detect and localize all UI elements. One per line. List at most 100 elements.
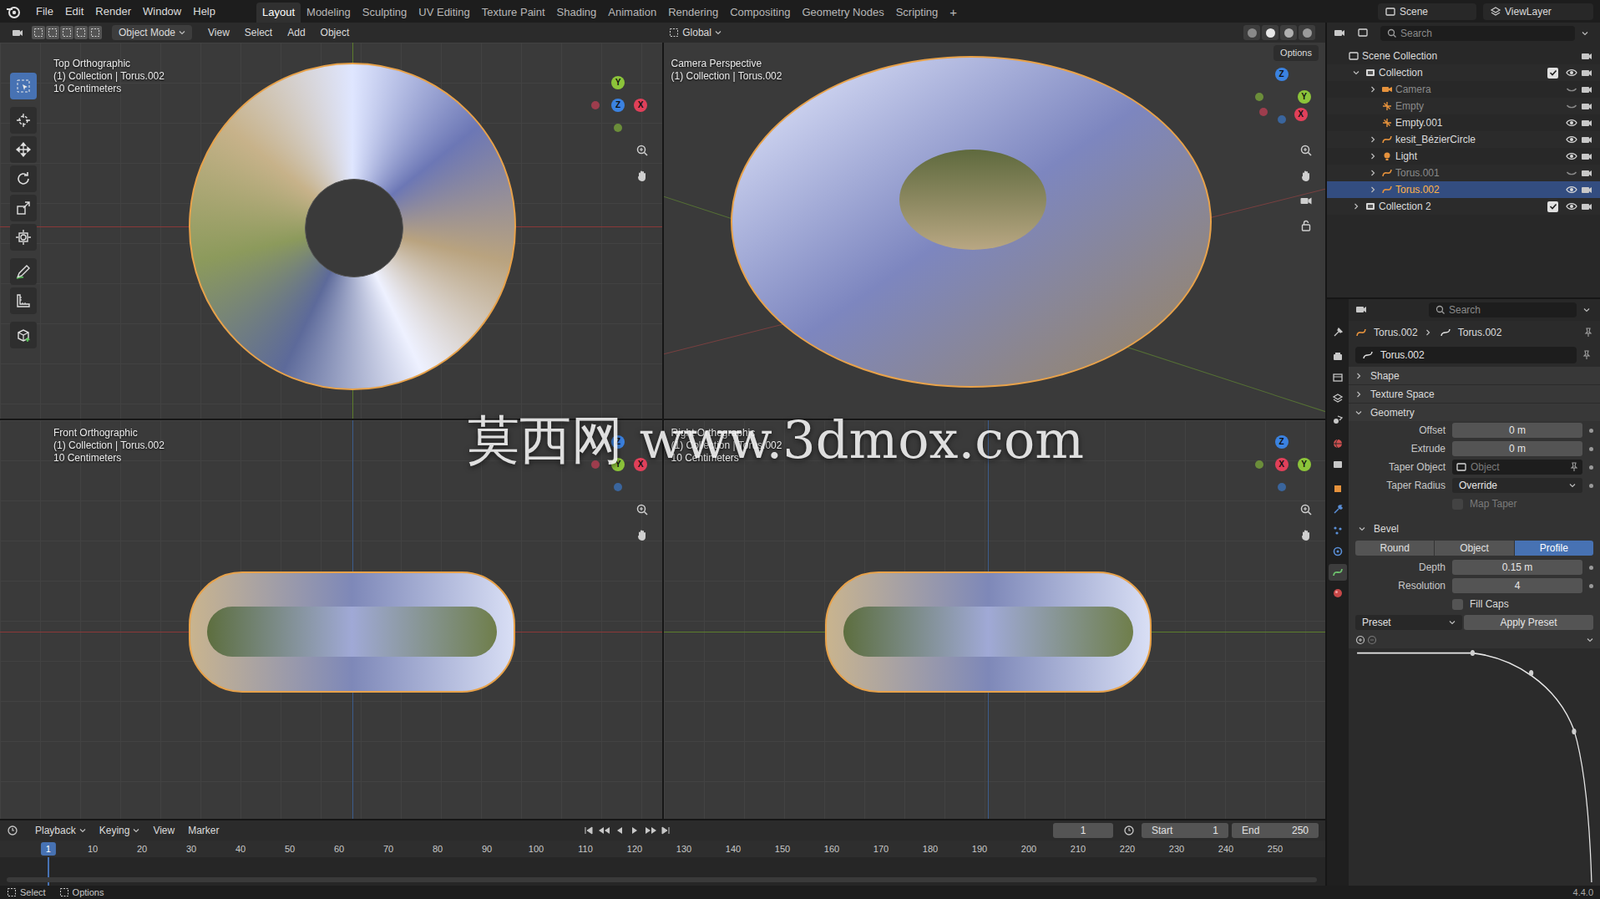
viewport[interactable]: Right Orthographic(1) Collection | Torus… [663,420,1327,819]
view-layer-tab-icon[interactable] [1328,389,1347,407]
outliner-item-name[interactable]: Light [1395,148,1565,164]
timeline-menu[interactable]: Playback [30,822,92,838]
shading-mode-button[interactable] [1280,25,1297,41]
properties-search-input[interactable] [1448,302,1570,318]
shading-mode-button[interactable] [1261,25,1279,41]
tool-tab-icon[interactable] [1328,324,1347,341]
expand-arrow-icon[interactable] [1350,66,1363,79]
add-workspace-button[interactable]: + [943,2,963,23]
shading-mode-button[interactable] [1243,25,1261,41]
eye-open-icon[interactable] [1564,116,1579,130]
exclude-checkbox[interactable] [1547,201,1559,213]
fake-user-icon[interactable] [1579,348,1594,362]
chevron-icon[interactable] [1583,304,1594,315]
viewport[interactable]: Front Orthographic(1) Collection | Torus… [0,420,663,819]
eyedropper-icon[interactable] [1569,461,1580,472]
viewport[interactable]: Top Orthographic(1) Collection | Torus.0… [0,42,663,419]
gizmo-axis[interactable]: Y [611,75,625,90]
keyframe-dot-icon[interactable] [1589,428,1594,433]
view-layer-name[interactable]: ViewLayer [1504,4,1587,20]
eye-closed-icon[interactable] [1564,166,1579,180]
select-mode-icon[interactable] [31,25,46,40]
preset-label[interactable]: Preset [1362,614,1449,630]
scene-selector[interactable]: Scene [1377,3,1477,21]
render-toggle-icon[interactable] [1579,166,1594,180]
expand-arrow-icon[interactable] [1367,133,1379,146]
gizmo-negative-axis-icon[interactable] [1255,460,1264,469]
breadcrumb-data[interactable]: Torus.002 [1458,324,1577,340]
viewport-menu[interactable]: Add [281,25,311,41]
material-tab-icon[interactable] [1328,584,1347,602]
gizmo-negative-axis-icon[interactable] [1277,482,1287,492]
gizmo-negative-axis-icon[interactable] [1277,115,1287,124]
zoom-in-out-icon[interactable] [1355,634,1378,645]
workspace-tab[interactable]: UV Editing [412,2,476,23]
menu-item[interactable]: Window [136,2,188,21]
measure-tool-icon[interactable] [10,287,37,314]
outliner-row[interactable]: kesit_BézierCircle [1326,131,1600,148]
outliner-row[interactable]: Torus.001 [1326,164,1600,182]
zoom-icon[interactable] [1296,141,1316,160]
field-value[interactable]: 0 m [1508,422,1526,438]
playback-controls-icon[interactable] [582,824,674,836]
current-frame-marker[interactable]: 1 [40,841,56,856]
gizmo-axis[interactable]: Y [1297,90,1312,104]
gizmo-axis[interactable]: Z [611,435,625,449]
timeline-menu-label[interactable]: View [152,822,175,838]
outliner-item-name[interactable]: Camera [1395,81,1565,97]
keyframe-dot-icon[interactable] [1589,465,1594,470]
gizmo-axis[interactable]: X [1275,457,1289,471]
properties-search[interactable] [1428,302,1577,318]
outliner-row[interactable]: Light [1326,147,1600,165]
gizmo-negative-axis-icon[interactable] [591,460,600,469]
eye-open-icon[interactable] [1564,132,1579,147]
panel-header[interactable]: Texture Space [1348,384,1600,403]
current-frame-field[interactable]: 1 [1053,822,1114,838]
transform-tool-icon[interactable] [10,223,37,251]
outliner-item-name[interactable]: kesit_BézierCircle [1395,131,1565,147]
end-frame-field[interactable]: End250 [1231,822,1319,838]
render-toggle-icon[interactable] [1579,49,1594,63]
preview-range-icon[interactable] [1123,823,1139,837]
menu-item[interactable]: Help [187,2,222,21]
render-tab-icon[interactable] [1328,348,1347,365]
pan-hand-icon[interactable] [1296,166,1316,185]
lock-icon[interactable] [1296,216,1316,235]
output-tab-icon[interactable] [1328,369,1347,386]
gizmo-negative-axis-icon[interactable] [1259,107,1268,117]
gizmo-axis[interactable]: Y [611,457,625,471]
outliner-row[interactable]: Collection 2 [1326,197,1600,215]
field-value[interactable]: 0 m [1508,440,1526,456]
exclude-checkbox[interactable] [1547,67,1559,79]
outliner-search[interactable] [1380,25,1575,41]
expand-arrow-icon[interactable] [1367,183,1379,196]
keyframe-dot-icon[interactable] [1589,565,1594,570]
render-toggle-icon[interactable] [1579,116,1594,130]
pin-icon[interactable] [1583,327,1594,338]
outliner-row[interactable]: Collection [1326,64,1600,82]
outliner-item-name[interactable]: Empty.001 [1395,115,1565,131]
cursor-tool-icon[interactable] [10,106,37,134]
expand-arrow-icon[interactable] [1350,200,1363,213]
camera-view-icon[interactable] [1296,191,1316,210]
timeline-menu-label[interactable]: Keying [99,822,131,838]
zoom-icon[interactable] [632,500,652,519]
field-value[interactable]: 0.15 m [1502,559,1534,575]
navigation-gizmo[interactable]: ZYX [1252,67,1312,127]
outliner-row[interactable]: Empty.001 [1326,114,1600,132]
timeline-menu-label[interactable]: Marker [187,822,219,838]
menu-item[interactable]: File [30,2,60,21]
editor-type-icon[interactable] [6,823,27,837]
scene-tab-icon[interactable] [1328,410,1347,428]
timeline-menu[interactable]: Marker [182,822,224,838]
workspace-tab[interactable]: Rendering [662,2,725,23]
select-mode-icon[interactable] [45,25,60,40]
curve-options-icon[interactable] [1573,633,1594,646]
workspace-tab[interactable]: Geometry Nodes [795,2,890,23]
outliner-row[interactable]: Camera [1326,81,1600,98]
gizmo-negative-axis-icon[interactable] [613,482,623,492]
outliner-item-name[interactable]: Scene Collection [1362,48,1579,64]
number-field[interactable]: 0 m [1452,422,1583,438]
editor-type-icon[interactable] [1333,26,1351,41]
render-toggle-icon[interactable] [1579,82,1594,97]
